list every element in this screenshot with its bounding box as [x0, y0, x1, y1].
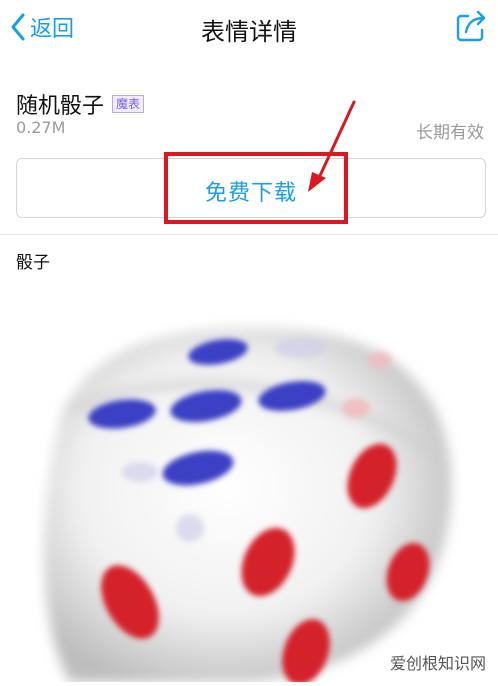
watermark: 爱创根知识网	[387, 650, 488, 674]
share-button[interactable]	[454, 8, 490, 44]
dice-image: 爱创根知识网	[0, 300, 498, 685]
page-title: 表情详情	[201, 18, 297, 46]
package-name-row: 随机骰子 魔表	[16, 88, 145, 120]
package-badge: 魔表	[112, 95, 145, 113]
package-size: 0.27M	[16, 118, 66, 137]
download-label: 免费下载	[204, 181, 297, 206]
package-validity: 长期有效	[416, 123, 484, 143]
section-title: 骰子	[16, 253, 50, 273]
share-icon	[454, 10, 490, 48]
nav-bar: 返回 表情详情	[0, 0, 498, 56]
divider	[0, 234, 498, 235]
free-download-button[interactable]: 免费下载	[16, 158, 486, 218]
package-name: 随机骰子	[16, 94, 105, 119]
